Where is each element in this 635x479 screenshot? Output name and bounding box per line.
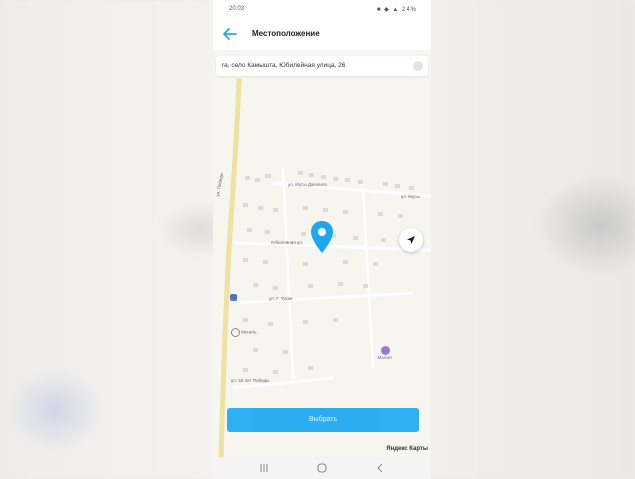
back-arrow-icon[interactable] (221, 26, 239, 42)
map-attribution: Яндекс Карты (386, 446, 428, 452)
recent-apps-icon[interactable] (255, 461, 273, 475)
back-icon[interactable] (371, 461, 389, 475)
status-bar: 20:03 ■ ◆ ▲ 24% (213, 0, 431, 18)
home-icon[interactable] (313, 461, 331, 475)
my-location-button[interactable] (399, 228, 423, 252)
map-view[interactable]: ул. Мусы Джалиля ул. Мусы ул. Победы Юби… (213, 77, 431, 459)
address-input[interactable]: ra, село Камышта, Юбилейная улица, 26 (216, 56, 428, 76)
street-label: ул. Мусы (401, 194, 420, 199)
street-label: Юбилейная ул. (271, 240, 303, 245)
street-label: ул. Г. Тукая (269, 296, 293, 301)
poi-label: Мечеть (241, 329, 257, 335)
address-text: ra, село Камышта, Юбилейная улица, 26 (222, 62, 346, 69)
phone-screen: 20:03 ■ ◆ ▲ 24% Местоположение ra, село … (213, 0, 431, 479)
map-canvas (213, 77, 431, 459)
street-label: ул. Мусы Джалиля (288, 182, 327, 187)
location-pin-icon (310, 220, 334, 254)
navigation-arrow-icon (407, 236, 415, 244)
system-nav-bar (213, 457, 431, 479)
shop-icon (380, 346, 390, 355)
street-label: ул. 50 лет Победы (231, 378, 270, 383)
status-time: 20:03 (229, 6, 245, 12)
status-icons: ■ ◆ ▲ 24% (376, 7, 417, 13)
clear-icon[interactable] (413, 61, 423, 71)
poi-marker-icon[interactable] (230, 294, 237, 301)
poi-label: Магнит (377, 355, 393, 360)
page-title: Местоположение (252, 29, 320, 38)
mosque-icon (231, 328, 240, 337)
select-button[interactable]: Выбрать (227, 408, 419, 432)
app-bar: Местоположение (213, 18, 431, 50)
poi-shop[interactable]: Магнит (371, 346, 399, 360)
poi-mosque[interactable]: Мечеть (231, 328, 257, 337)
